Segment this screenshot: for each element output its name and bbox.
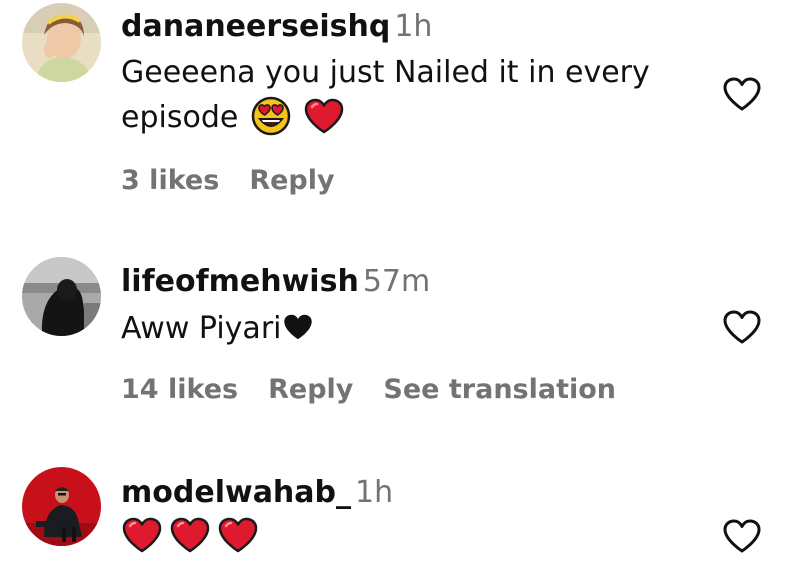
comment-text [121,514,681,559]
reply-button[interactable]: Reply [249,165,334,196]
see-translation-button[interactable]: See translation [383,374,616,405]
comment-time: 1h [394,9,433,44]
red-heart-icon [217,516,259,554]
comment-text-fragment: Aww Piyari [121,311,282,346]
comment-item: lifeofmehwish 57m Aww Piyari 14 likes Repl… [0,230,786,450]
like-heart-icon[interactable] [721,517,763,555]
likes-count[interactable]: 14 likes [121,374,238,405]
comment-text-fragment: episode [121,100,239,135]
comment-text-line: Geeeena you just Nailed it in every [121,55,650,90]
comment-header: dananeerseishq 1h [121,9,432,45]
red-heart-icon [303,97,345,135]
reply-button[interactable]: Reply [268,374,353,405]
username[interactable]: lifeofmehwish [121,264,359,299]
username[interactable]: dananeerseishq [121,9,390,44]
comment-text: Aww Piyari [121,306,681,351]
comment-time: 57m [362,264,431,299]
red-heart-icon [121,516,163,554]
comment-header: modelwahab_ 1h [121,475,393,511]
avatar[interactable] [22,3,101,82]
heart-eyes-icon [251,96,291,136]
comment-text: Geeeena you just Nailed it in every epis… [121,50,681,140]
red-heart-icon [169,516,211,554]
comment-text-line: episode [121,95,681,140]
black-heart-icon [282,312,314,342]
comment-time: 1h [355,475,394,510]
comment-text-line: Aww Piyari [121,306,681,351]
like-heart-icon[interactable] [721,75,763,113]
comment-item: modelwahab_ 1h [0,450,786,565]
avatar[interactable] [22,467,101,546]
likes-count[interactable]: 3 likes [121,165,219,196]
like-heart-icon[interactable] [721,308,763,346]
comment-header: lifeofmehwish 57m [121,264,430,300]
comment-actions: 3 likes Reply [121,164,335,198]
avatar[interactable] [22,257,101,336]
comment-actions: 14 likes Reply See translation [121,373,616,407]
comment-item: dananeerseishq 1h Geeeena you just Nailed… [0,0,786,230]
username[interactable]: modelwahab_ [121,475,351,510]
comment-text-line [121,514,681,559]
